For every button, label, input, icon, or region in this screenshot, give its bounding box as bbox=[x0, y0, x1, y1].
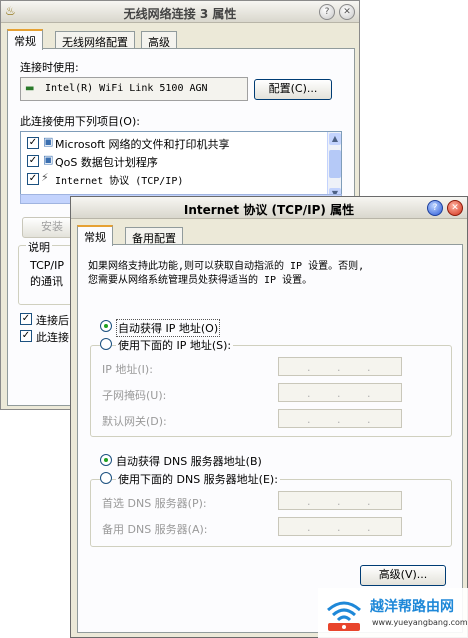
general-panel: 如果网络支持此功能,则可以获取自动指派的 IP 设置。否则, 您需要从网络系统管… bbox=[77, 244, 463, 633]
watermark-brand: 越洋帮路由网 bbox=[370, 599, 454, 615]
scroll-up-icon[interactable]: ▲ bbox=[329, 133, 341, 145]
auto-ip-label[interactable]: 自动获得 IP 地址(O) bbox=[116, 319, 221, 337]
manual-dns-label[interactable]: 使用下面的 DNS 服务器地址(E): bbox=[116, 471, 280, 487]
help-button[interactable]: ? bbox=[319, 4, 335, 20]
list-item[interactable]: Microsoft 网络的文件和打印机共享 bbox=[55, 136, 230, 152]
scrollbar[interactable]: ▲ ▼ bbox=[327, 132, 341, 202]
subnet-mask-input[interactable]: ... bbox=[278, 383, 402, 402]
tab-general[interactable]: 常规 bbox=[7, 29, 43, 50]
close-button[interactable]: ✕ bbox=[339, 4, 355, 20]
computer-icon: ▣ bbox=[43, 135, 54, 148]
ip-address-label: IP 地址(I): bbox=[102, 363, 153, 376]
gateway-input[interactable]: ... bbox=[278, 409, 402, 428]
title-bar[interactable]: ♨ 无线网络连接 3 属性 ? ✕ bbox=[1, 1, 359, 23]
notify-checkbox[interactable]: ✓ bbox=[20, 330, 32, 342]
items-label: 此连接使用下列项目(O): bbox=[20, 115, 140, 128]
notify-label: 此连接 bbox=[36, 331, 69, 344]
protocol-icon: ⚡ bbox=[41, 171, 49, 184]
manual-ip-label[interactable]: 使用下面的 IP 地址(S): bbox=[116, 337, 234, 353]
window-title: 无线网络连接 3 属性 bbox=[123, 7, 237, 21]
intro-text: 如果网络支持此功能,则可以获取自动指派的 IP 设置。否则, bbox=[88, 261, 365, 272]
help-button[interactable]: ? bbox=[427, 200, 443, 216]
tab-advanced[interactable]: 高级 bbox=[141, 31, 177, 49]
auto-ip-radio[interactable] bbox=[100, 320, 112, 332]
connect-using-label: 连接时使用: bbox=[20, 61, 79, 74]
list-item[interactable]: QoS 数据包计划程序 bbox=[55, 154, 158, 170]
manual-ip-radio[interactable] bbox=[100, 338, 112, 350]
computer-icon: ▣ bbox=[43, 153, 54, 166]
advanced-button[interactable]: 高级(V)... bbox=[360, 565, 446, 586]
manual-dns-radio[interactable] bbox=[100, 472, 112, 484]
list-item[interactable]: Internet 协议 (TCP/IP) bbox=[55, 172, 183, 187]
tcpip-properties-window: Internet 协议 (TCP/IP) 属性 ? ✕ 常规 备用配置 如果网络… bbox=[70, 196, 468, 638]
auto-dns-radio[interactable] bbox=[100, 454, 112, 466]
scroll-thumb[interactable] bbox=[329, 150, 341, 178]
description-text: 的通讯 bbox=[30, 275, 63, 288]
ip-address-input[interactable]: ... bbox=[278, 357, 402, 376]
subnet-mask-label: 子网掩码(U): bbox=[102, 389, 167, 402]
tab-alternate-config[interactable]: 备用配置 bbox=[125, 227, 183, 245]
item-checkbox-tcpip[interactable]: ✓ bbox=[27, 173, 39, 185]
configure-button[interactable]: 配置(C)... bbox=[254, 79, 332, 100]
intro-text: 您需要从网络系统管理员处获得适当的 IP 设置。 bbox=[88, 275, 313, 286]
description-text: TCP/IP bbox=[30, 259, 64, 272]
adapter-box: ▬ Intel(R) WiFi Link 5100 AGN bbox=[20, 77, 248, 101]
window-title: Internet 协议 (TCP/IP) 属性 bbox=[183, 203, 355, 217]
alternate-dns-input[interactable]: ... bbox=[278, 517, 402, 536]
item-checkbox-qos[interactable]: ✓ bbox=[27, 155, 39, 167]
watermark: 越洋帮路由网 www.yueyangbang.com bbox=[318, 588, 468, 638]
close-button[interactable]: ✕ bbox=[447, 200, 463, 216]
tab-general[interactable]: 常规 bbox=[77, 225, 113, 246]
show-icon-checkbox[interactable]: ✓ bbox=[20, 313, 32, 325]
auto-dns-label[interactable]: 自动获得 DNS 服务器地址(B) bbox=[116, 453, 262, 469]
adapter-icon: ▬ bbox=[25, 83, 35, 94]
gateway-label: 默认网关(D): bbox=[102, 415, 167, 428]
watermark-url: www.yueyangbang.com bbox=[372, 618, 468, 627]
preferred-dns-label: 首选 DNS 服务器(P): bbox=[102, 497, 207, 510]
tab-wireless-config[interactable]: 无线网络配置 bbox=[55, 31, 135, 49]
description-label: 说明 bbox=[26, 239, 52, 255]
adapter-name: Intel(R) WiFi Link 5100 AGN bbox=[45, 83, 208, 94]
items-list[interactable]: ✓ ▣ Microsoft 网络的文件和打印机共享 ✓ ▣ QoS 数据包计划程… bbox=[20, 131, 342, 203]
item-checkbox-file-sharing[interactable]: ✓ bbox=[27, 137, 39, 149]
alternate-dns-label: 备用 DNS 服务器(A): bbox=[102, 523, 208, 536]
show-icon-label: 连接后 bbox=[36, 314, 69, 327]
title-bar[interactable]: Internet 协议 (TCP/IP) 属性 ? ✕ bbox=[71, 197, 467, 219]
wifi-router-icon bbox=[327, 601, 361, 631]
preferred-dns-input[interactable]: ... bbox=[278, 491, 402, 510]
